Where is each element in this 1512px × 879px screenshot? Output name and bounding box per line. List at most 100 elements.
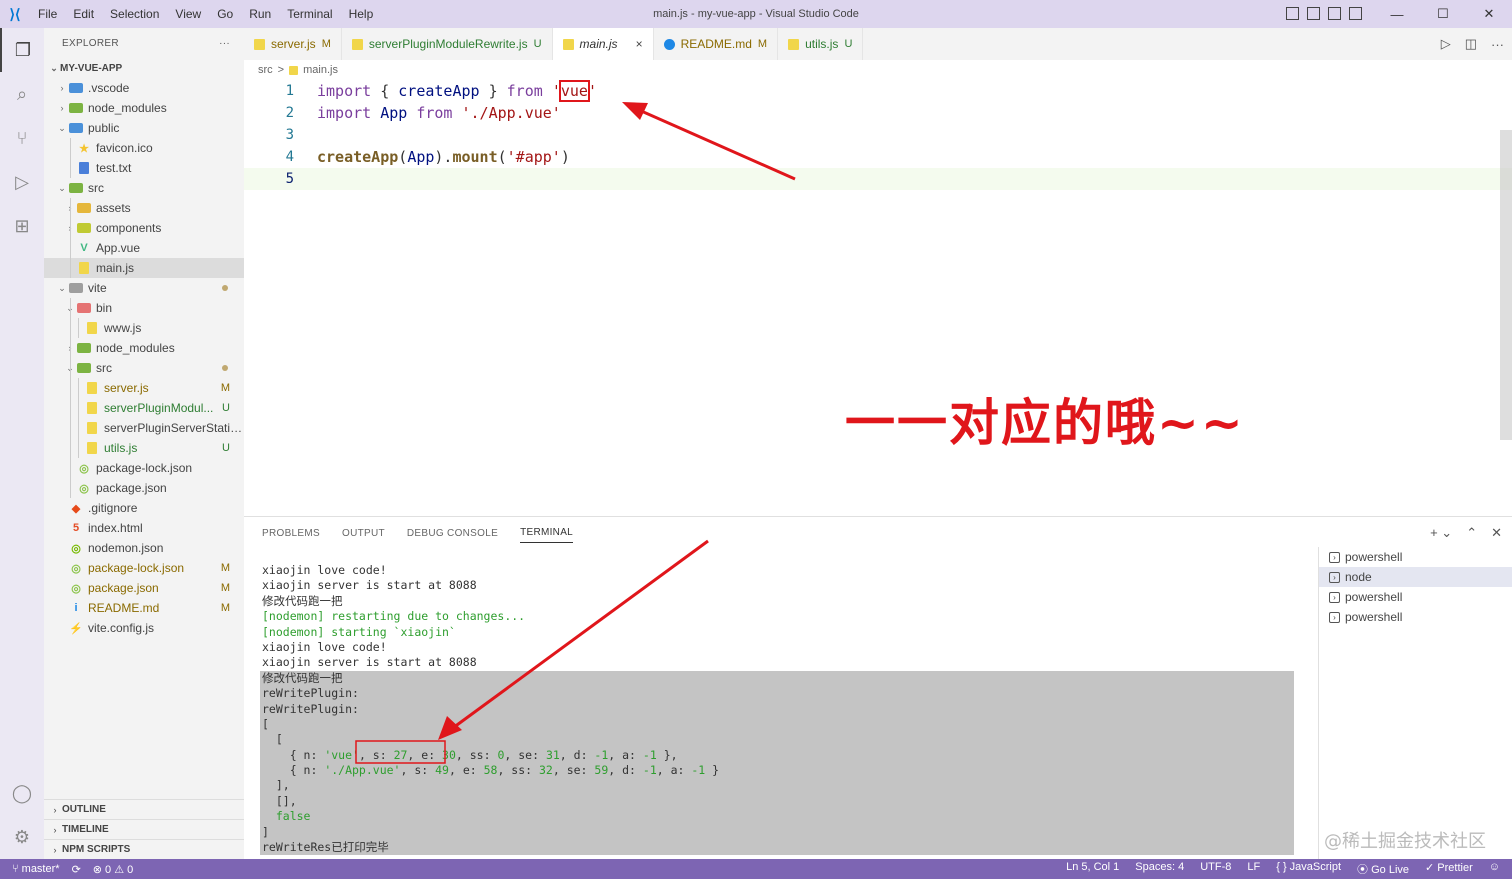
file-type-icon: ◎ bbox=[71, 582, 81, 595]
menu-item-run[interactable]: Run bbox=[241, 0, 279, 28]
file-item[interactable]: test.txt bbox=[44, 158, 244, 178]
tab-readme-md[interactable]: README.md M bbox=[654, 28, 779, 60]
panel-tab-terminal[interactable]: TERMINAL bbox=[520, 527, 574, 543]
panel-tab-debug-console[interactable]: DEBUG CONSOLE bbox=[407, 528, 498, 539]
panel-tab-problems[interactable]: PROBLEMS bbox=[262, 528, 320, 539]
run-debug-icon[interactable]: ▷ bbox=[0, 160, 44, 204]
menu-item-edit[interactable]: Edit bbox=[65, 0, 102, 28]
sync-icon[interactable]: ⟳ bbox=[72, 863, 81, 876]
chevron-down-icon[interactable]: ⌄ bbox=[56, 183, 68, 194]
feedback-icon[interactable]: ☺ bbox=[1489, 861, 1500, 877]
folder-item[interactable]: ›node_modules bbox=[44, 98, 244, 118]
extensions-icon[interactable]: ⊞ bbox=[0, 204, 44, 248]
close-panel-icon[interactable]: ✕ bbox=[1491, 525, 1502, 541]
menu-item-terminal[interactable]: Terminal bbox=[279, 0, 340, 28]
terminal-instance-node[interactable]: › node bbox=[1319, 567, 1512, 587]
language-mode[interactable]: { } JavaScript bbox=[1276, 861, 1341, 877]
file-item[interactable]: serverPluginServerStatic... bbox=[44, 418, 244, 438]
toggle-panel-icon[interactable] bbox=[1307, 7, 1320, 20]
file-item[interactable]: ◎ package-lock.json M bbox=[44, 558, 244, 578]
chevron-right-icon[interactable]: › bbox=[56, 103, 68, 113]
file-item[interactable]: ◎ package.json M bbox=[44, 578, 244, 598]
end-of-line[interactable]: LF bbox=[1247, 861, 1260, 877]
account-icon[interactable]: ◯ bbox=[0, 771, 44, 815]
tab-server-js[interactable]: server.js M bbox=[244, 28, 342, 60]
toggle-secondary-sidebar-icon[interactable] bbox=[1328, 7, 1341, 20]
prettier-status[interactable]: ✓ Prettier bbox=[1425, 861, 1473, 877]
file-item[interactable]: www.js bbox=[44, 318, 244, 338]
source-control-icon[interactable]: ⑂ bbox=[0, 116, 44, 160]
chevron-down-icon[interactable]: ⌄ bbox=[56, 283, 68, 294]
breadcrumb-file[interactable]: main.js bbox=[303, 64, 338, 76]
section-outline[interactable]: › OUTLINE bbox=[44, 799, 244, 819]
file-item[interactable]: ◎ nodemon.json bbox=[44, 538, 244, 558]
file-item[interactable]: ⚡ vite.config.js bbox=[44, 618, 244, 638]
tab-main-js[interactable]: main.js × bbox=[552, 28, 654, 60]
file-item[interactable]: i README.md M bbox=[44, 598, 244, 618]
more-actions-icon[interactable]: ··· bbox=[219, 38, 230, 49]
toggle-sidebar-icon[interactable] bbox=[1286, 7, 1299, 20]
tab-utils-js[interactable]: utils.js U bbox=[778, 28, 864, 60]
folder-item[interactable]: ⌄ public bbox=[44, 118, 244, 138]
tab-serverpluginmodulerewrite-js[interactable]: serverPluginModuleRewrite.js U bbox=[342, 28, 553, 60]
file-icon bbox=[76, 261, 92, 275]
menu-item-selection[interactable]: Selection bbox=[102, 0, 167, 28]
terminal-instance-powershell[interactable]: › powershell bbox=[1319, 587, 1512, 607]
encoding[interactable]: UTF-8 bbox=[1200, 861, 1231, 877]
gear-icon[interactable]: ⚙ bbox=[0, 815, 44, 859]
file-item[interactable]: main.js bbox=[44, 258, 244, 278]
modified-dot-icon bbox=[222, 365, 228, 371]
panel-tab-output[interactable]: OUTPUT bbox=[342, 528, 385, 539]
terminal-instance-powershell[interactable]: › powershell bbox=[1319, 607, 1512, 627]
file-item[interactable]: V App.vue bbox=[44, 238, 244, 258]
split-editor-icon[interactable]: ◫ bbox=[1465, 36, 1477, 52]
indentation[interactable]: Spaces: 4 bbox=[1135, 861, 1184, 877]
menu-item-help[interactable]: Help bbox=[341, 0, 382, 28]
file-item[interactable]: ◆ .gitignore bbox=[44, 498, 244, 518]
folder-item[interactable]: ⌄ vite bbox=[44, 278, 244, 298]
folder-item[interactable]: ⌄bin bbox=[44, 298, 244, 318]
maximize-panel-icon[interactable]: ⌃ bbox=[1466, 525, 1477, 541]
maximize-icon[interactable]: ☐ bbox=[1420, 0, 1466, 28]
minimize-icon[interactable]: — bbox=[1374, 0, 1420, 28]
explorer-icon[interactable]: ❐ bbox=[0, 28, 44, 72]
folder-item[interactable]: ›components bbox=[44, 218, 244, 238]
file-item[interactable]: utils.js U bbox=[44, 438, 244, 458]
file-item[interactable]: ◎ package.json bbox=[44, 478, 244, 498]
file-item[interactable]: server.js M bbox=[44, 378, 244, 398]
run-icon[interactable]: ▷ bbox=[1441, 36, 1451, 52]
file-item[interactable]: serverPluginModul... U bbox=[44, 398, 244, 418]
more-icon[interactable]: ··· bbox=[1491, 37, 1504, 52]
section-timeline[interactable]: › TIMELINE bbox=[44, 819, 244, 839]
problems-indicator[interactable]: ⊗ 0 ⚠ 0 bbox=[93, 863, 134, 876]
go-live-button[interactable]: ⦿ Go Live bbox=[1357, 861, 1409, 877]
search-icon[interactable]: ⌕ bbox=[0, 72, 44, 116]
new-terminal-icon[interactable]: + ⌄ bbox=[1430, 525, 1452, 541]
breadcrumb-folder[interactable]: src bbox=[258, 64, 273, 76]
chevron-right-icon[interactable]: › bbox=[56, 83, 68, 93]
file-item[interactable]: 5 index.html bbox=[44, 518, 244, 538]
section-npm-scripts[interactable]: › NPM SCRIPTS bbox=[44, 839, 244, 859]
folder-item[interactable]: ⌄src bbox=[44, 178, 244, 198]
menu-item-file[interactable]: File bbox=[30, 0, 65, 28]
close-tab-icon[interactable]: × bbox=[636, 37, 643, 51]
customize-layout-icon[interactable] bbox=[1349, 7, 1362, 20]
folder-item[interactable]: › .vscode bbox=[44, 78, 244, 98]
cursor-position[interactable]: Ln 5, Col 1 bbox=[1066, 861, 1119, 877]
menu-item-view[interactable]: View bbox=[167, 0, 209, 28]
file-item[interactable]: ★ favicon.ico bbox=[44, 138, 244, 158]
file-item[interactable]: ◎ package-lock.json bbox=[44, 458, 244, 478]
terminal-output[interactable]: xiaojin love code! xiaojin server is star… bbox=[260, 563, 1294, 860]
section-label: NPM SCRIPTS bbox=[62, 844, 131, 855]
folder-item[interactable]: ›node_modules bbox=[44, 338, 244, 358]
workspace-root[interactable]: ⌄ MY-VUE-APP bbox=[44, 58, 244, 78]
branch-indicator[interactable]: ⑂ master* bbox=[12, 863, 60, 876]
terminal-instance-powershell[interactable]: › powershell bbox=[1319, 547, 1512, 567]
close-window-icon[interactable]: ✕ bbox=[1466, 0, 1512, 28]
menu-item-go[interactable]: Go bbox=[209, 0, 241, 28]
folder-item[interactable]: ›assets bbox=[44, 198, 244, 218]
code-line: 2 import App from './App.vue' bbox=[244, 102, 1512, 124]
editor-scrollbar[interactable] bbox=[1500, 130, 1512, 440]
chevron-down-icon[interactable]: ⌄ bbox=[56, 123, 68, 134]
folder-item[interactable]: ⌄src bbox=[44, 358, 244, 378]
